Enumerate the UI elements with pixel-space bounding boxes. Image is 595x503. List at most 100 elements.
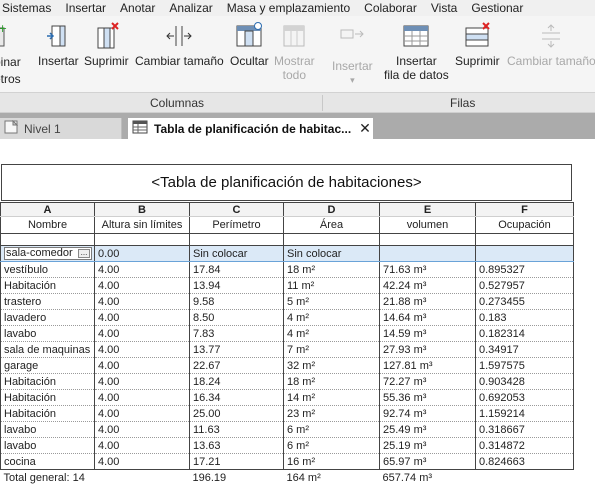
table-row-cell[interactable]: lavabo	[0, 437, 95, 454]
table-row-cell[interactable]: 7 m²	[283, 341, 380, 358]
table-row-cell[interactable]: 11 m²	[283, 277, 380, 294]
table-row-cell[interactable]: 9.58	[189, 293, 284, 310]
table-row-cell[interactable]: 0.183	[475, 309, 574, 326]
insert-data-row-button[interactable]: Insertar fila de datos	[384, 22, 449, 82]
table-row-cell[interactable]: 1.159214	[475, 405, 574, 422]
table-row-cell[interactable]: 32 m²	[283, 357, 380, 374]
table-row-cell[interactable]: 0.318667	[475, 421, 574, 438]
table-row-cell[interactable]: 13.94	[189, 277, 284, 294]
table-row-cell[interactable]: garage	[0, 357, 95, 374]
table-row-cell[interactable]: trastero	[0, 293, 95, 310]
resize-row-button[interactable]: Cambiar tamaño	[507, 22, 595, 68]
resize-column-button[interactable]: Cambiar tamaño	[135, 22, 224, 68]
menu-item-3[interactable]: Analizar	[162, 0, 219, 16]
table-row-cell[interactable]: 6 m²	[283, 437, 380, 454]
table-row-cell[interactable]	[475, 245, 574, 262]
table-row-cell[interactable]: 16.34	[189, 389, 284, 406]
table-row-cell[interactable]: 7.83	[189, 325, 284, 342]
table-row-cell[interactable]: 4.00	[94, 453, 190, 470]
table-row-cell[interactable]: 18 m²	[283, 261, 380, 278]
table-row-cell[interactable]: Sin colocar	[283, 245, 380, 262]
table-row-cell[interactable]: 5 m²	[283, 293, 380, 310]
table-row-cell[interactable]: 14.64 m³	[379, 309, 476, 326]
table-row-cell[interactable]: 16 m²	[283, 453, 380, 470]
menu-item-7[interactable]: Gestionar	[464, 0, 530, 16]
table-row-cell[interactable]: 55.36 m³	[379, 389, 476, 406]
table-row-cell[interactable]: 25.19 m³	[379, 437, 476, 454]
table-row-cell[interactable]: lavabo	[0, 421, 95, 438]
table-row-cell[interactable]: 23 m²	[283, 405, 380, 422]
menu-item-1[interactable]: Insertar	[58, 0, 113, 16]
table-row-cell[interactable]: 4.00	[94, 373, 190, 390]
table-row-cell[interactable]: 4.00	[94, 341, 190, 358]
tab-schedule[interactable]: Tabla de planificación de habitac... ✕	[128, 118, 373, 139]
selected-cell-editor[interactable]: sala-comedor...	[4, 247, 92, 260]
table-row-cell[interactable]: 25.49 m³	[379, 421, 476, 438]
table-row-cell[interactable]: 0.34917	[475, 341, 574, 358]
table-row-cell[interactable]: 127.81 m³	[379, 357, 476, 374]
menu-item-4[interactable]: Masa y emplazamiento	[220, 0, 357, 16]
menu-item-5[interactable]: Colaborar	[357, 0, 424, 16]
table-row-cell[interactable]: 0.824663	[475, 453, 574, 470]
hide-column-button[interactable]: Ocultar	[230, 22, 269, 68]
table-row-cell[interactable]: 11.63	[189, 421, 284, 438]
table-row-cell[interactable]: 4 m²	[283, 325, 380, 342]
table-row-cell[interactable]: 4.00	[94, 261, 190, 278]
menu-item-6[interactable]: Vista	[424, 0, 464, 16]
table-row-cell[interactable]: 14 m²	[283, 389, 380, 406]
table-row-cell[interactable]: 13.77	[189, 341, 284, 358]
delete-column-button[interactable]: Suprimir	[84, 22, 129, 68]
table-row-cell[interactable]: 14.59 m³	[379, 325, 476, 342]
table-row-cell[interactable]: sala de maquinas	[0, 341, 95, 358]
table-row-cell[interactable]: sala-comedor...	[0, 245, 95, 262]
table-row-cell[interactable]: 22.67	[189, 357, 284, 374]
table-row-cell[interactable]: 0.273455	[475, 293, 574, 310]
table-row-cell[interactable]: 0.00	[94, 245, 190, 262]
table-row-cell[interactable]: 4.00	[94, 309, 190, 326]
insert-column-button[interactable]: Insertar	[38, 22, 79, 68]
table-row-cell[interactable]: Habitación	[0, 389, 95, 406]
table-row-cell[interactable]: 4.00	[94, 277, 190, 294]
table-row-cell[interactable]: 21.88 m³	[379, 293, 476, 310]
table-row-cell[interactable]: vestíbulo	[0, 261, 95, 278]
table-row-cell[interactable]: 17.21	[189, 453, 284, 470]
table-row-cell[interactable]: 13.63	[189, 437, 284, 454]
more-icon[interactable]: ...	[78, 249, 90, 258]
table-row-cell[interactable]: lavadero	[0, 309, 95, 326]
table-row-cell[interactable]: 42.24 m³	[379, 277, 476, 294]
table-row-cell[interactable]: 25.00	[189, 405, 284, 422]
table-row-cell[interactable]: 4 m²	[283, 309, 380, 326]
delete-row-button[interactable]: Suprimir	[455, 22, 500, 68]
table-row-cell[interactable]: 4.00	[94, 357, 190, 374]
table-row-cell[interactable]: 0.182314	[475, 325, 574, 342]
table-row-cell[interactable]: 4.00	[94, 437, 190, 454]
table-row-cell[interactable]: 4.00	[94, 421, 190, 438]
table-row-cell[interactable]: 0.527957	[475, 277, 574, 294]
table-row-cell[interactable]: 18 m²	[283, 373, 380, 390]
table-row-cell[interactable]: 4.00	[94, 293, 190, 310]
table-row-cell[interactable]: 92.74 m³	[379, 405, 476, 422]
table-row-cell[interactable]: 0.895327	[475, 261, 574, 278]
table-row-cell[interactable]: Sin colocar	[189, 245, 284, 262]
table-row-cell[interactable]: 18.24	[189, 373, 284, 390]
table-row-cell[interactable]: Habitación	[0, 405, 95, 422]
table-row-cell[interactable]	[379, 245, 476, 262]
table-row-cell[interactable]: 4.00	[94, 389, 190, 406]
tab-nivel-1[interactable]: Nivel 1	[0, 118, 122, 139]
table-row-cell[interactable]: 72.27 m³	[379, 373, 476, 390]
table-row-cell[interactable]: 0.903428	[475, 373, 574, 390]
table-row-cell[interactable]: 4.00	[94, 325, 190, 342]
table-row-cell[interactable]: 65.97 m³	[379, 453, 476, 470]
partial-combine-parameters-button[interactable]: + binar etros	[0, 22, 21, 88]
table-row-cell[interactable]: Habitación	[0, 373, 95, 390]
table-row-cell[interactable]: cocina	[0, 453, 95, 470]
table-row-cell[interactable]: Habitación	[0, 277, 95, 294]
table-row-cell[interactable]: lavabo	[0, 325, 95, 342]
show-all-columns-button[interactable]: Mostrar todo	[274, 22, 315, 82]
table-row-cell[interactable]: 17.84	[189, 261, 284, 278]
insert-row-button[interactable]: Insertar ▾	[332, 22, 373, 87]
table-row-cell[interactable]: 8.50	[189, 309, 284, 326]
close-icon[interactable]: ✕	[359, 120, 371, 137]
table-row-cell[interactable]: 27.93 m³	[379, 341, 476, 358]
table-row-cell[interactable]: 6 m²	[283, 421, 380, 438]
